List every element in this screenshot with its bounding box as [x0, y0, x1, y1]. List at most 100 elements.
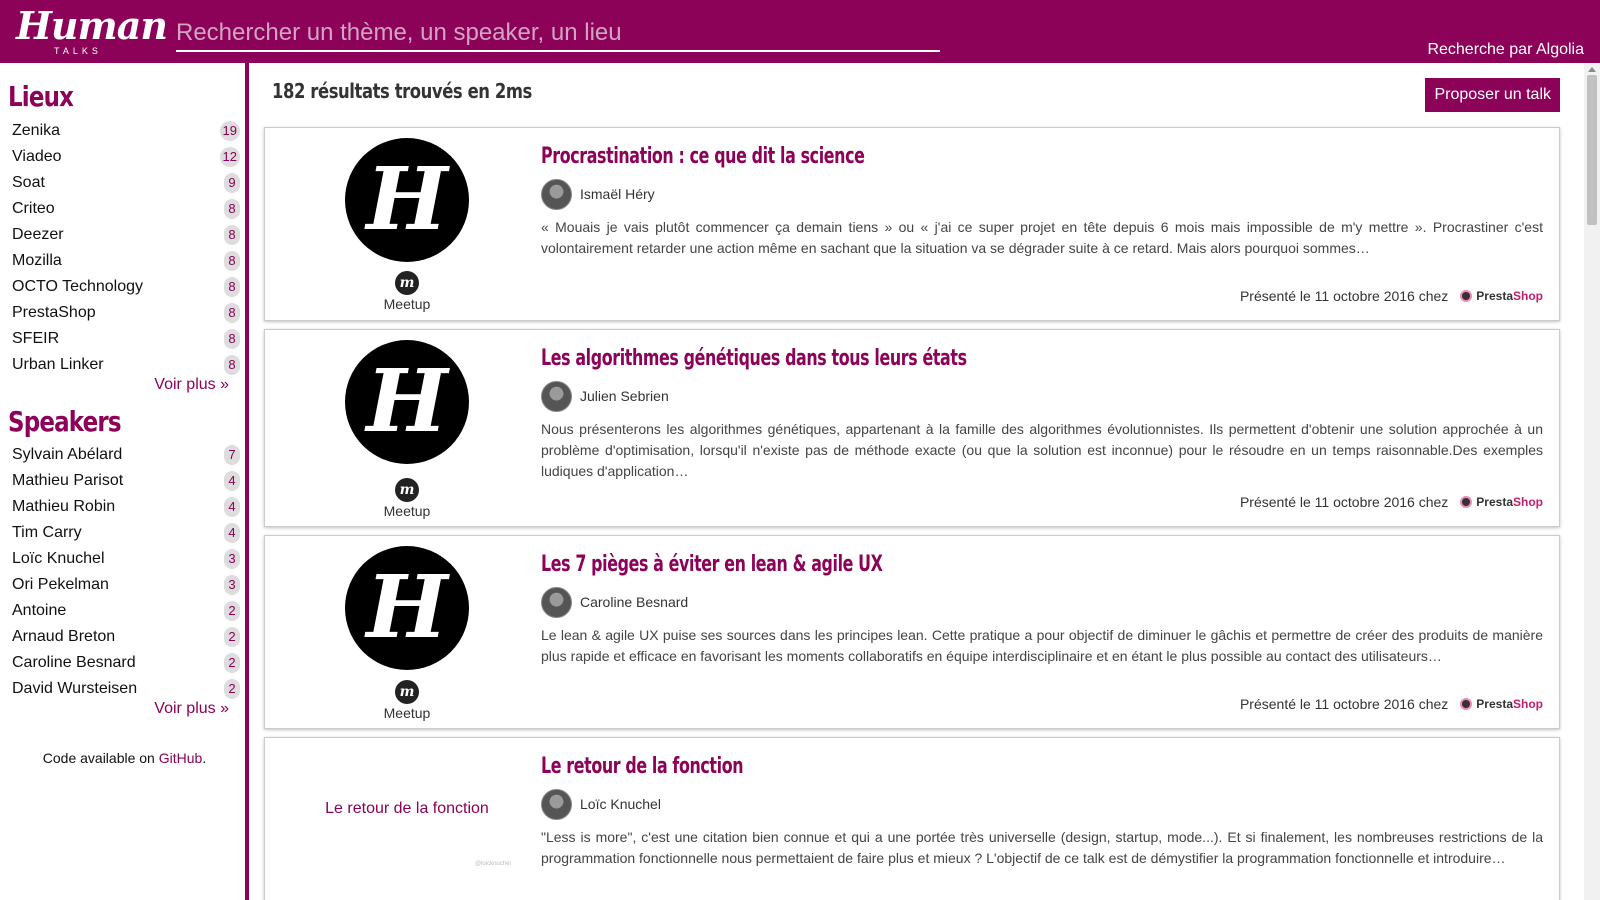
facet-count-badge: 8 — [224, 251, 240, 271]
sponsor-name-part1: Presta — [1476, 697, 1513, 711]
slide-credit: @loicknuchel — [475, 861, 511, 867]
search-input[interactable] — [176, 16, 940, 52]
facet-item-lieu[interactable]: Mozilla 8 — [12, 248, 240, 274]
facet-item-speaker[interactable]: Caroline Besnard 2 — [12, 650, 240, 676]
meetup-icon[interactable]: m — [395, 680, 419, 704]
facet-label: Deezer — [12, 226, 64, 243]
facet-item-speaker[interactable]: Arnaud Breton 2 — [12, 624, 240, 650]
logo-wordmark: Human — [16, 3, 168, 48]
presented-date: Présenté le 11 octobre 2016 chez — [1239, 696, 1449, 712]
facet-count-badge: 7 — [224, 445, 240, 465]
facet-item-lieu[interactable]: Zenika 19 — [12, 118, 240, 144]
humantalks-h-logo: H — [345, 546, 469, 670]
facet-item-speaker[interactable]: Mathieu Parisot 4 — [12, 468, 240, 494]
talk-description: "Less is more", c'est une citation bien … — [541, 829, 1543, 866]
facet-count-badge: 8 — [224, 225, 240, 245]
facet-count-badge: 12 — [219, 147, 240, 167]
sponsor-name-part1: Presta — [1476, 289, 1513, 303]
facet-item-lieu[interactable]: SFEIR 8 — [12, 326, 240, 352]
facet-item-speaker[interactable]: Antoine 2 — [12, 598, 240, 624]
facet-count-badge: 8 — [224, 355, 240, 375]
talk-thumbnail: H m Meetup — [265, 330, 545, 526]
talk-description: Le lean & agile UX puise ses sources dan… — [541, 627, 1543, 664]
github-link[interactable]: GitHub — [159, 750, 203, 766]
prestashop-logo[interactable]: PrestaShop — [1460, 495, 1543, 509]
presented-info: Présenté le 11 octobre 2016 chez PrestaS… — [1240, 288, 1543, 304]
facets-sidebar: Lieux Zenika 19 Viadeo 12 Soat 9 Criteo 8 De… — [0, 63, 249, 900]
facet-item-speaker[interactable]: Sylvain Abélard 7 — [12, 442, 240, 468]
code-available-suffix: . — [202, 750, 207, 766]
facet-label: Arnaud Breton — [12, 628, 116, 645]
facet-label: Zenika — [12, 122, 61, 139]
facet-label: Urban Linker — [12, 356, 104, 373]
facet-item-lieu[interactable]: OCTO Technology 8 — [12, 274, 240, 300]
facet-label: Antoine — [12, 602, 67, 619]
presented-info: Présenté le 11 octobre 2016 chez PrestaS… — [1240, 494, 1543, 510]
speaker-name: Ismaël Héry — [580, 186, 655, 202]
facet-label: Sylvain Abélard — [12, 446, 123, 463]
facet-label: Ori Pekelman — [12, 576, 109, 593]
talk-title[interactable]: Procrastination : ce que dit la science — [541, 144, 865, 169]
top-header: Human TALKS Recherche par Algolia — [0, 0, 1600, 63]
scroll-up-arrow-icon[interactable] — [1588, 67, 1596, 72]
lieux-list: Zenika 19 Viadeo 12 Soat 9 Criteo 8 Deezer 8 … — [12, 118, 240, 378]
code-available-note: Code available on GitHub. — [0, 750, 249, 766]
talk-title[interactable]: Les 7 pièges à éviter en lean & agile UX — [541, 552, 883, 577]
facet-item-lieu[interactable]: Urban Linker 8 — [12, 352, 240, 378]
facet-item-speaker[interactable]: David Wursteisen 2 — [12, 676, 240, 702]
talk-thumbnail: H m Meetup — [265, 536, 545, 728]
sponsor-name-part2: Shop — [1513, 495, 1543, 509]
result-count: 182 résultats trouvés en 2ms — [272, 79, 532, 103]
propose-talk-button[interactable]: Proposer un talk — [1425, 78, 1560, 112]
powered-by[interactable]: Recherche par Algolia — [1427, 41, 1584, 59]
speaker-row[interactable]: Ismaël Héry — [541, 178, 655, 210]
code-available-text: Code available on — [42, 750, 159, 766]
speaker-row[interactable]: Loïc Knuchel — [541, 788, 661, 820]
avatar — [541, 178, 572, 210]
talk-card[interactable]: H m Meetup Procrastination : ce que dit … — [264, 127, 1560, 321]
speakers-list: Sylvain Abélard 7 Mathieu Parisot 4 Mathie… — [12, 442, 240, 702]
facet-item-lieu[interactable]: Viadeo 12 — [12, 144, 240, 170]
meetup-label[interactable]: Meetup — [265, 296, 549, 312]
scrollbar-thumb[interactable] — [1587, 75, 1597, 225]
meetup-label[interactable]: Meetup — [265, 503, 549, 519]
facet-count-badge: 8 — [224, 199, 240, 219]
speakers-more-link[interactable]: Voir plus » — [154, 700, 229, 718]
talk-card[interactable]: Le retour de la fonction @loicknuchel Le… — [264, 737, 1560, 900]
facet-item-speaker[interactable]: Tim Carry 4 — [12, 520, 240, 546]
page-scrollbar[interactable] — [1584, 63, 1600, 900]
lieux-more-link[interactable]: Voir plus » — [154, 376, 229, 394]
prestashop-logo[interactable]: PrestaShop — [1460, 289, 1543, 303]
facet-item-lieu[interactable]: Deezer 8 — [12, 222, 240, 248]
facet-count-badge: 9 — [224, 173, 240, 193]
facet-item-speaker[interactable]: Ori Pekelman 3 — [12, 572, 240, 598]
facet-count-badge: 2 — [224, 679, 240, 699]
talk-title[interactable]: Le retour de la fonction — [541, 754, 744, 779]
talk-card[interactable]: H m Meetup Les 7 pièges à éviter en lean… — [264, 535, 1560, 729]
facet-label: Viadeo — [12, 148, 62, 165]
speakers-title: Speakers — [8, 405, 122, 438]
humantalks-logo[interactable]: Human TALKS — [16, 4, 168, 60]
meetup-label[interactable]: Meetup — [265, 705, 549, 721]
humantalks-h-logo: H — [345, 340, 469, 464]
facet-item-speaker[interactable]: Loïc Knuchel 3 — [12, 546, 240, 572]
talk-title[interactable]: Les algorithmes génétiques dans tous leu… — [541, 346, 967, 371]
prestashop-logo[interactable]: PrestaShop — [1460, 697, 1543, 711]
slide-title: Le retour de la fonction — [325, 800, 489, 817]
meetup-icon[interactable]: m — [395, 271, 419, 295]
facet-label: Criteo — [12, 200, 55, 217]
facet-item-speaker[interactable]: Mathieu Robin 4 — [12, 494, 240, 520]
facet-item-lieu[interactable]: Criteo 8 — [12, 196, 240, 222]
meetup-icon[interactable]: m — [395, 478, 419, 502]
facet-label: Soat — [12, 174, 45, 191]
facet-item-lieu[interactable]: PrestaShop 8 — [12, 300, 240, 326]
speaker-row[interactable]: Caroline Besnard — [541, 586, 688, 618]
facet-label: Loïc Knuchel — [12, 550, 105, 567]
facet-label: Caroline Besnard — [12, 654, 136, 671]
speaker-row[interactable]: Julien Sebrien — [541, 380, 669, 412]
facet-item-lieu[interactable]: Soat 9 — [12, 170, 240, 196]
facet-label: PrestaShop — [12, 304, 96, 321]
talk-card[interactable]: H m Meetup Les algorithmes génétiques da… — [264, 329, 1560, 527]
talk-description: « Mouais je vais plutôt commencer ça dem… — [541, 219, 1543, 256]
prestashop-icon — [1460, 698, 1473, 710]
